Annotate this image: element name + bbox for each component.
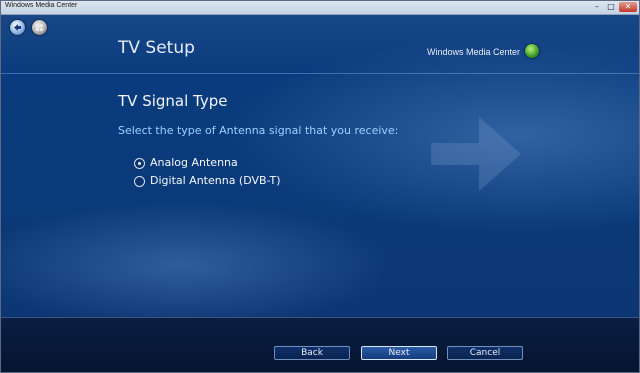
minimize-button[interactable]: – (591, 2, 603, 12)
back-button[interactable]: Back (274, 346, 350, 360)
radio-unselected-icon[interactable] (134, 176, 145, 187)
maximize-button[interactable]: □ (605, 2, 617, 12)
window-title: Windows Media Center (5, 2, 78, 9)
instruction-text: Select the type of Antenna signal that y… (118, 124, 399, 137)
decorative-arrow-icon (431, 117, 521, 191)
media-center-logo-icon (525, 44, 539, 58)
back-arrow-icon (14, 24, 21, 31)
footer-bar: Back Next Cancel (1, 317, 639, 372)
brand-label: Windows Media Center (427, 47, 521, 57)
title-bar[interactable]: Windows Media Center – □ ✕ (1, 1, 639, 15)
next-button[interactable]: Next (361, 346, 437, 360)
radio-selected-icon[interactable] (134, 158, 145, 169)
option-label: Digital Antenna (DVB-T) (150, 174, 281, 187)
windows-logo-icon (36, 24, 43, 31)
page-heading: TV Signal Type (118, 92, 228, 110)
media-center-client: TV Setup Windows Media Center TV Signal … (1, 15, 639, 372)
back-nav-button[interactable] (10, 20, 25, 35)
cancel-button[interactable]: Cancel (447, 346, 523, 360)
header-band (1, 15, 639, 74)
app-window: Windows Media Center – □ ✕ TV Setup Wind… (0, 0, 640, 373)
option-label: Analog Antenna (150, 156, 238, 169)
home-button[interactable] (32, 20, 47, 35)
page-section-title: TV Setup (118, 38, 195, 58)
close-button[interactable]: ✕ (619, 2, 637, 12)
